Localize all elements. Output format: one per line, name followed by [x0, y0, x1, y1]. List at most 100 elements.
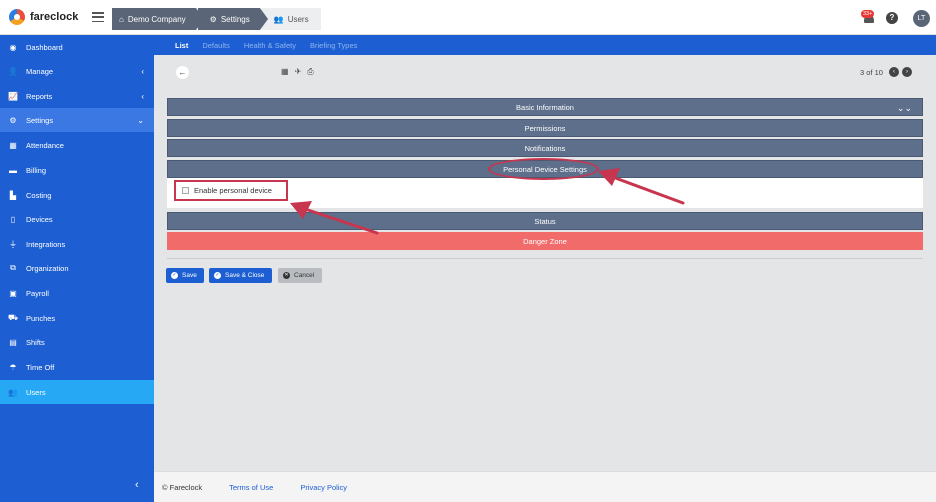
sidebar-item-label: Users — [26, 387, 46, 397]
gear-icon: ⚙ — [209, 14, 217, 24]
chevron-left-icon: ‹ — [141, 66, 144, 76]
section-permissions[interactable]: Permissions — [167, 119, 923, 137]
breadcrumb-label: Users — [287, 14, 309, 24]
sidebar-item-label: Devices — [26, 214, 53, 224]
sidebar: ◉ Dashboard 👤 Manage ‹ 📈 Reports ‹ ⚙ Set… — [0, 35, 154, 502]
top-header: fareclock ⌂ Demo Company ⚙ Settings 👥 Us… — [0, 0, 936, 35]
breadcrumb-settings[interactable]: ⚙ Settings — [197, 8, 268, 30]
sidebar-item-organization[interactable]: ⧉ Organization — [0, 256, 154, 280]
sidebar-item-label: Attendance — [26, 140, 64, 150]
plug-icon: ⏚ — [9, 239, 17, 249]
money-icon: ▣ — [9, 288, 17, 298]
copyright-text: © Fareclock — [162, 482, 203, 492]
sidebar-item-manage[interactable]: 👤 Manage ‹ — [0, 59, 154, 83]
calendar-grid-icon: ▦ — [9, 140, 17, 150]
tab-health-safety[interactable]: Health & Safety — [244, 41, 296, 50]
sidebar-item-label: Settings — [26, 115, 54, 125]
sidebar-item-billing[interactable]: ▬ Billing — [0, 158, 154, 182]
help-icon[interactable]: ? — [886, 12, 898, 24]
menu-toggle-icon[interactable] — [92, 12, 104, 22]
users-icon: 👥 — [273, 14, 284, 24]
divider — [167, 258, 923, 259]
credit-card-icon: ▬ — [9, 165, 17, 175]
privacy-link[interactable]: Privacy Policy — [300, 483, 347, 492]
cancel-label: Cancel — [294, 272, 315, 279]
cancel-button[interactable]: ✕ Cancel — [278, 268, 322, 283]
next-record-icon[interactable]: › — [901, 67, 912, 77]
section-danger-zone[interactable]: Danger Zone — [167, 232, 923, 250]
section-title: Permissions — [524, 124, 566, 133]
save-close-button[interactable]: ✓ Save & Close — [209, 268, 272, 283]
sidebar-item-label: Punches — [26, 313, 56, 323]
breadcrumb-demo-company[interactable]: ⌂ Demo Company — [112, 8, 204, 30]
sidebar-item-label: Reports — [26, 91, 53, 101]
breadcrumb-label: Settings — [220, 14, 250, 24]
pager-text: 3 of 10 — [860, 67, 883, 77]
chevron-left-icon: ‹ — [141, 91, 144, 101]
sidebar-item-label: Costing — [26, 190, 52, 200]
tab-briefing-types[interactable]: Briefing Types — [310, 41, 357, 50]
sidebar-item-label: Billing — [26, 165, 47, 175]
checkbox-label: Enable personal device — [194, 186, 272, 195]
chevron-down-icon: ⌄ — [137, 115, 144, 125]
sidebar-item-attendance[interactable]: ▦ Attendance — [0, 133, 154, 157]
section-status[interactable]: Status — [167, 212, 923, 230]
check-icon: ✓ — [214, 272, 221, 279]
settings-subtabs: List Defaults Health & Safety Briefing T… — [154, 35, 936, 55]
sidebar-item-label: Manage — [26, 66, 54, 76]
punch-icon: ⛟ — [7, 313, 19, 322]
tablet-icon: ▯ — [10, 214, 16, 224]
notifications-bell-icon[interactable]: 33+ — [861, 10, 875, 24]
sidebar-item-payroll[interactable]: ▣ Payroll — [0, 281, 154, 305]
breadcrumb: ⌂ Demo Company ⚙ Settings 👥 Users — [112, 8, 321, 30]
section-title: Notifications — [524, 144, 566, 153]
section-basic-information[interactable]: Basic Information ⌄⌄ — [167, 98, 923, 116]
section-notifications[interactable]: Notifications — [167, 139, 923, 157]
sidebar-item-integrations[interactable]: ⏚ Integrations — [0, 232, 154, 256]
chart-icon: 📈 — [8, 91, 18, 101]
plane-icon[interactable]: ✈ — [295, 67, 302, 77]
sidebar-item-settings[interactable]: ⚙ Settings ⌄ — [0, 108, 154, 132]
sidebar-item-shifts[interactable]: ▤ Shifts — [0, 330, 154, 354]
sidebar-collapse-icon[interactable]: ‹ — [135, 479, 139, 491]
close-icon: ✕ — [283, 272, 290, 279]
page-footer: © Fareclock Terms of Use Privacy Policy — [154, 471, 936, 502]
sidebar-item-label: Dashboard — [26, 42, 63, 52]
sidebar-item-reports[interactable]: 📈 Reports ‹ — [0, 84, 154, 108]
terms-link[interactable]: Terms of Use — [229, 483, 273, 492]
tab-defaults[interactable]: Defaults — [202, 41, 230, 50]
section-title: Danger Zone — [523, 237, 567, 246]
logo-text: fareclock — [30, 11, 79, 23]
tab-list[interactable]: List — [175, 41, 188, 50]
fareclock-logo[interactable]: fareclock — [9, 9, 78, 25]
check-icon: ✓ — [171, 272, 178, 279]
id-card-icon[interactable]: ▦ — [281, 67, 289, 77]
enable-personal-device-option[interactable]: Enable personal device — [182, 186, 272, 195]
prev-record-icon[interactable]: ‹ — [888, 67, 899, 77]
sidebar-item-punches[interactable]: ⛟ Punches — [0, 306, 154, 330]
double-chevron-down-icon: ⌄⌄ — [896, 103, 912, 113]
save-button[interactable]: ✓ Save — [166, 268, 204, 283]
breadcrumb-label: Demo Company — [127, 14, 186, 24]
breadcrumb-users: 👥 Users — [261, 8, 321, 30]
sidebar-item-dashboard[interactable]: ◉ Dashboard — [0, 35, 154, 59]
section-personal-device-settings[interactable]: Personal Device Settings — [167, 160, 923, 178]
section-title: Basic Information — [516, 103, 574, 112]
sidebar-item-label: Payroll — [26, 288, 49, 298]
sidebar-item-users[interactable]: 👥 Users — [0, 380, 154, 404]
personal-device-panel: Enable personal device — [167, 178, 923, 208]
back-arrow-icon[interactable]: ← — [176, 66, 189, 79]
industry-icon: ▙ — [9, 190, 17, 200]
sidebar-item-devices[interactable]: ▯ Devices — [0, 207, 154, 231]
dashboard-icon: ◉ — [9, 42, 17, 52]
record-pager: 3 of 10 ‹ › — [860, 67, 912, 77]
avatar[interactable]: LT — [913, 10, 930, 27]
notification-badge: 33+ — [861, 10, 875, 18]
enable-personal-device-checkbox[interactable] — [182, 187, 189, 194]
save-close-label: Save & Close — [225, 272, 265, 279]
sidebar-item-time-off[interactable]: ☂ Time Off — [0, 355, 154, 379]
print-icon[interactable]: ⎙ — [307, 67, 313, 77]
sidebar-item-label: Shifts — [26, 337, 45, 347]
sidebar-item-costing[interactable]: ▙ Costing — [0, 183, 154, 207]
sidebar-item-label: Organization — [26, 263, 69, 273]
